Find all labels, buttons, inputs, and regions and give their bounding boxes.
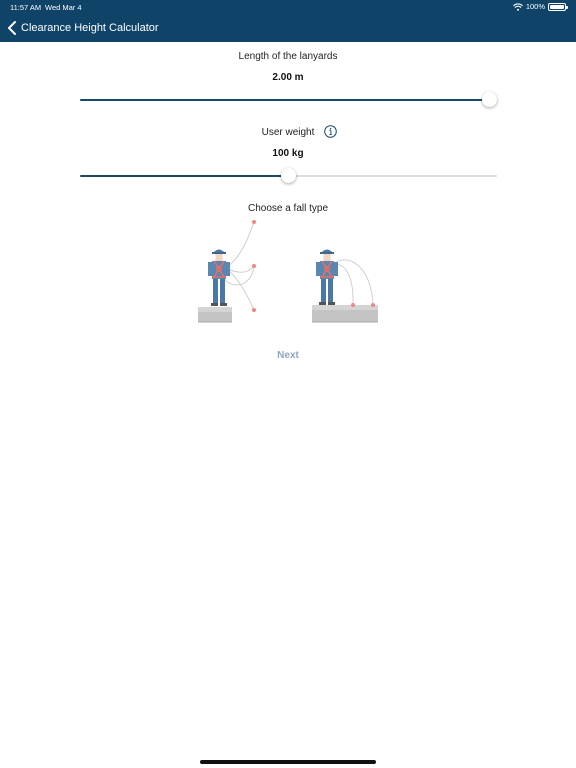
battery-icon — [548, 2, 568, 11]
next-button[interactable]: Next — [258, 350, 318, 366]
status-date: Wed Mar 4 — [45, 3, 82, 12]
home-indicator[interactable] — [200, 760, 376, 764]
info-icon[interactable] — [324, 125, 337, 138]
lanyard-slider[interactable] — [80, 92, 497, 107]
worker-figure-icon — [316, 249, 338, 305]
fall-type-title: Choose a fall type — [247, 203, 329, 214]
fall-type-option-swing[interactable] — [190, 216, 270, 328]
platform-base — [312, 310, 378, 322]
chevron-left-icon — [8, 21, 16, 35]
back-button[interactable]: Clearance Height Calculator — [6, 18, 159, 38]
status-time: 11:57 AM — [10, 3, 42, 12]
weight-value: 100 kg — [272, 148, 304, 159]
platform-base — [198, 312, 232, 322]
lanyard-value: 2.00 m — [272, 72, 304, 83]
lanyard-slider-thumb[interactable] — [482, 92, 497, 107]
weight-label: User weight — [261, 127, 315, 138]
weight-slider-thumb[interactable] — [281, 168, 296, 183]
fall-type-option-ground-anchor[interactable] — [306, 216, 386, 328]
nav-bar: Clearance Height Calculator — [0, 14, 576, 42]
platform-top — [198, 307, 232, 312]
weight-slider[interactable] — [80, 168, 497, 183]
lanyard-label: Length of the lanyards — [238, 51, 338, 62]
status-right: 100% — [512, 2, 568, 11]
battery-percent: 100% — [525, 2, 545, 11]
top-bar: 11:57 AM Wed Mar 4 100% Clearance Height… — [0, 0, 576, 42]
nav-title: Clearance Height Calculator — [21, 22, 159, 34]
weight-slider-fill — [80, 175, 289, 177]
platform-top — [312, 305, 378, 310]
worker-figure-icon — [208, 249, 230, 306]
status-bar: 11:57 AM Wed Mar 4 100% — [0, 0, 576, 14]
lanyard-slider-fill — [80, 99, 497, 101]
wifi-icon — [512, 3, 523, 11]
